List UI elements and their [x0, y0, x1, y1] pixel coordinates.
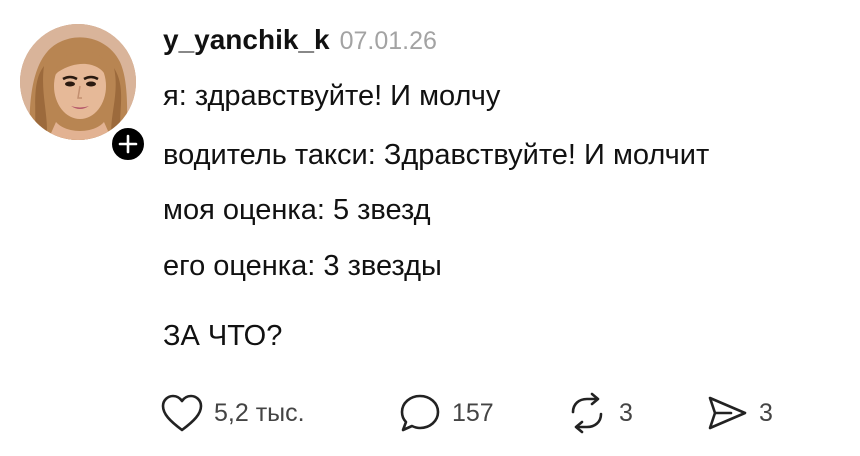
follow-button[interactable] [108, 124, 148, 164]
comment-count: 157 [452, 398, 494, 427]
heart-icon [160, 393, 204, 433]
repost-icon [565, 392, 609, 434]
share-count: 3 [759, 398, 773, 427]
post-text-line: его оценка: 3 звезды [163, 250, 442, 282]
post-card: y_yanchik_k 07.01.26 я: здравствуйте! И … [0, 0, 860, 456]
post-text-line: водитель такси: Здравствуйте! И молчит [163, 139, 710, 171]
post-date: 07.01.26 [339, 27, 437, 55]
post-actions: 5,2 тыс. 157 3 3 [160, 391, 810, 435]
share-button[interactable]: 3 [705, 391, 773, 435]
post-text-line: ЗА ЧТО? [163, 320, 283, 352]
post-text-line: я: здравствуйте! И молчу [163, 80, 501, 112]
like-button[interactable]: 5,2 тыс. [160, 391, 305, 435]
avatar-container [20, 24, 148, 164]
repost-button[interactable]: 3 [565, 391, 633, 435]
username[interactable]: y_yanchik_k [163, 24, 330, 56]
avatar[interactable] [20, 24, 136, 140]
post-header: y_yanchik_k 07.01.26 [163, 24, 437, 60]
repost-count: 3 [619, 398, 633, 427]
comment-button[interactable]: 157 [398, 391, 494, 435]
post-text-line: моя оценка: 5 звезд [163, 194, 431, 226]
plus-icon [118, 134, 138, 154]
comment-icon [398, 392, 442, 434]
like-count: 5,2 тыс. [214, 398, 305, 427]
share-icon [705, 392, 749, 434]
